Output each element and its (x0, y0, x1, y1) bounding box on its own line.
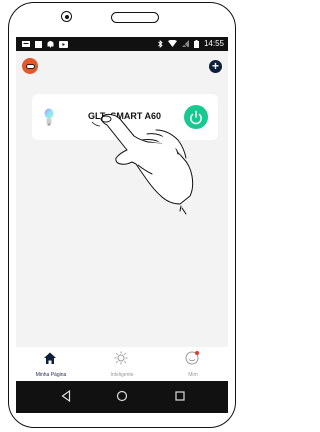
speaker-grille (111, 12, 159, 23)
gallery-icon (35, 40, 42, 48)
app-screen: 14:55 + GLT SMART A60 Minha Página Intel… (16, 37, 228, 413)
message-icon (22, 40, 30, 47)
tab-label: Minha Página (35, 372, 67, 378)
tab-mim[interactable]: Mim (158, 347, 228, 381)
home-icon (44, 352, 56, 364)
notification-icon (47, 41, 54, 48)
tab-label: Mim (188, 372, 198, 378)
bluetooth-icon (158, 39, 163, 48)
bulb-icon (44, 108, 54, 126)
status-bar: 14:55 (16, 37, 228, 51)
tab-inteligente[interactable]: Inteligente (87, 347, 157, 381)
plus-icon: + (211, 59, 219, 73)
tap-gesture-hand-icon (91, 113, 194, 215)
signal-icon (181, 40, 189, 47)
bottom-tab-bar: Minha Página Inteligente Mim (16, 347, 228, 381)
recents-square-icon[interactable] (174, 390, 186, 402)
wifi-icon (167, 40, 177, 47)
sun-icon (114, 351, 128, 365)
back-triangle-icon[interactable] (61, 390, 71, 402)
status-icons: 14:55 (158, 39, 224, 48)
system-nav-bar (16, 381, 228, 413)
clock: 14:55 (203, 39, 224, 48)
camera-icon (61, 11, 72, 22)
home-circle-icon[interactable] (116, 390, 128, 402)
battery-icon (193, 39, 199, 48)
tab-minha-pagina[interactable]: Minha Página (16, 347, 86, 381)
add-device-button[interactable]: + (209, 60, 222, 73)
robot-face-icon[interactable] (22, 58, 38, 74)
profile-icon (185, 351, 199, 365)
video-icon (59, 40, 68, 48)
notification-icons (22, 40, 68, 48)
tab-label: Inteligente (110, 372, 134, 378)
